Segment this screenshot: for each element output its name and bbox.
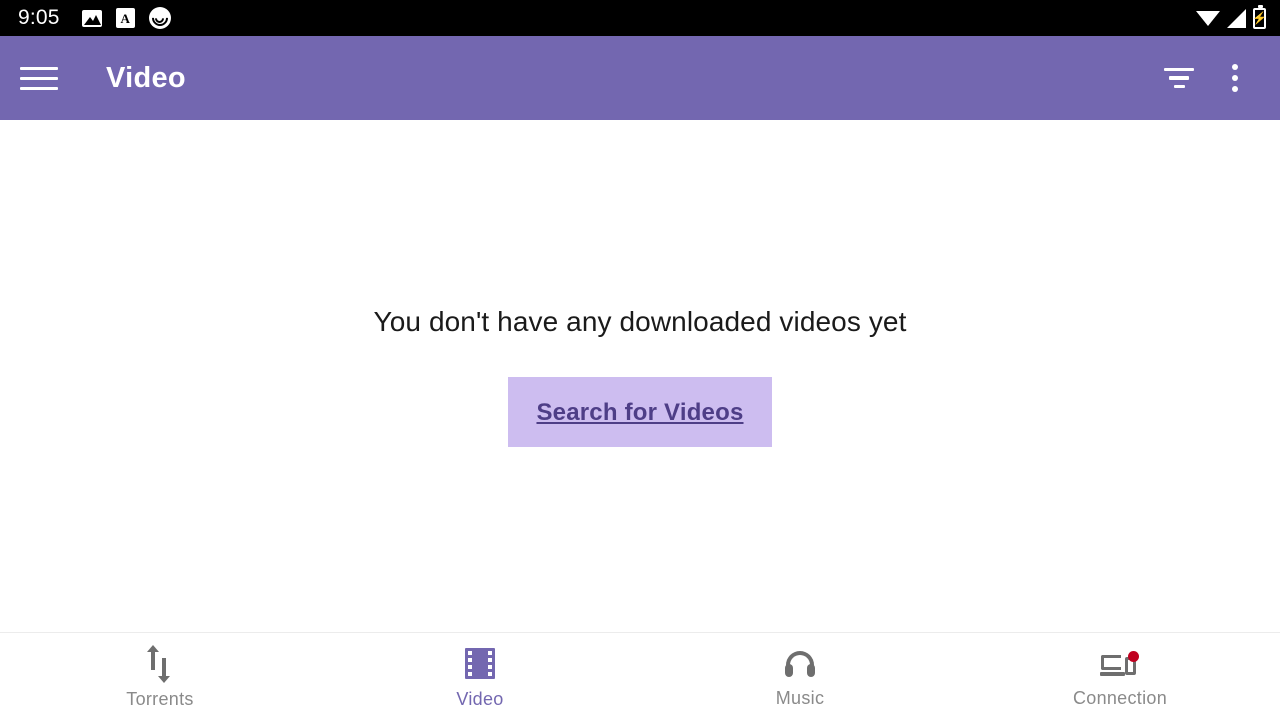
bottom-navigation-bar: Torrents Video Music Connection xyxy=(0,632,1280,720)
up-down-arrows-icon xyxy=(143,644,177,683)
search-for-videos-link[interactable]: Search for Videos xyxy=(508,376,772,447)
film-strip-icon xyxy=(463,647,497,680)
wifi-icon xyxy=(1196,9,1220,27)
nav-label-connection: Connection xyxy=(1072,687,1168,708)
nav-item-video[interactable]: Video xyxy=(320,633,640,720)
nav-item-music[interactable]: Music xyxy=(640,633,960,720)
battery-charging-icon: ⚡ xyxy=(1252,4,1267,29)
nav-label-torrents: Torrents xyxy=(126,688,194,709)
filter-icon[interactable] xyxy=(1156,55,1202,101)
overflow-menu-icon[interactable] xyxy=(1212,55,1258,101)
hamburger-menu-icon[interactable] xyxy=(20,56,64,100)
app-bar-actions xyxy=(1156,55,1280,101)
nav-label-video: Video xyxy=(456,688,504,709)
status-bar: 9:05 A ⚡ xyxy=(0,0,1280,36)
battery-bolt-glyph: ⚡ xyxy=(1252,11,1267,25)
nav-item-torrents[interactable]: Torrents xyxy=(0,633,320,720)
font-icon-letter: A xyxy=(120,10,130,26)
headphones-icon xyxy=(784,649,816,679)
status-notification-icons: A xyxy=(81,7,171,29)
empty-state-message: You don't have any downloaded videos yet xyxy=(373,305,907,337)
notification-badge-dot xyxy=(1128,650,1139,662)
nav-item-connection[interactable]: Connection xyxy=(960,633,1280,720)
empty-state-content: You don't have any downloaded videos yet… xyxy=(0,120,1280,632)
font-icon: A xyxy=(115,8,135,28)
app-bar: Video xyxy=(0,36,1280,120)
bittorrent-icon xyxy=(148,7,171,29)
devices-icon xyxy=(1100,649,1140,679)
page-title: Video xyxy=(106,61,186,94)
cellular-signal-icon xyxy=(1227,8,1246,28)
status-system-icons: ⚡ xyxy=(1196,4,1267,29)
photo-icon xyxy=(81,9,102,27)
app-root: 9:05 A ⚡ Video You don't have any downlo… xyxy=(0,0,1280,720)
status-clock: 9:05 xyxy=(18,6,60,29)
nav-label-music: Music xyxy=(775,687,825,708)
